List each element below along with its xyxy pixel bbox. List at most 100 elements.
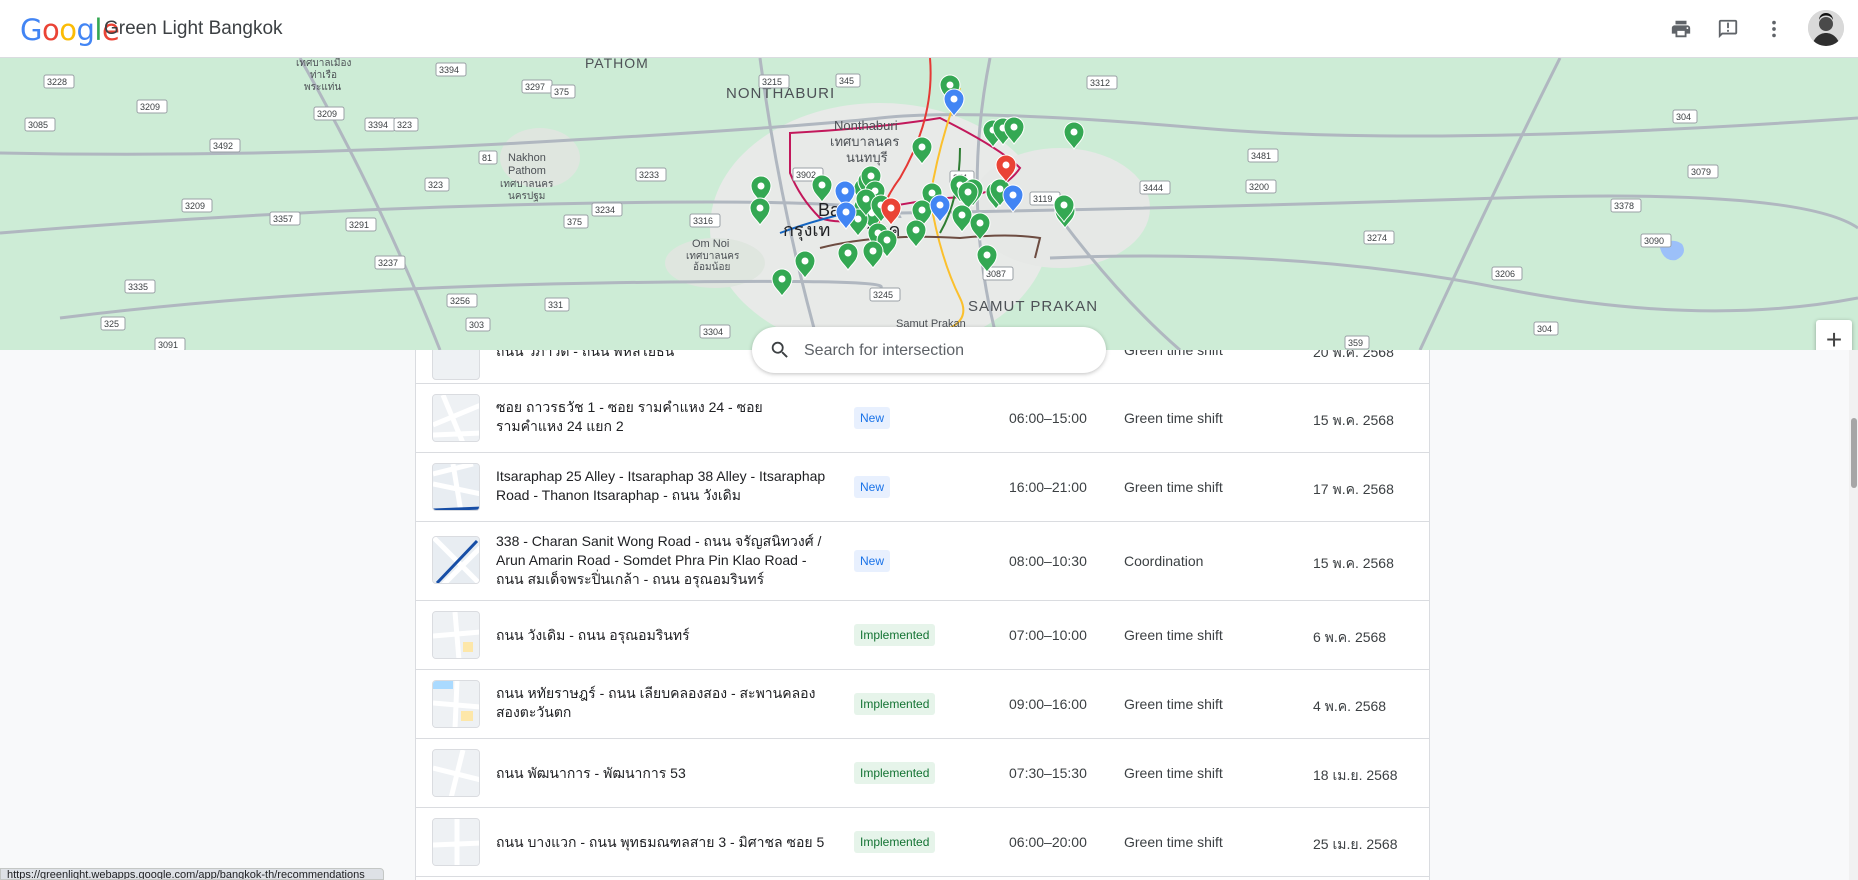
road-number-label: 3085 bbox=[28, 120, 48, 130]
road-number-label: 3206 bbox=[1495, 269, 1515, 279]
status-badge: Implemented bbox=[854, 762, 936, 784]
road-number-label: 3316 bbox=[693, 216, 713, 226]
recommendation-date: 15 พ.ค. 2568 bbox=[1313, 555, 1394, 571]
more-vert-icon[interactable] bbox=[1759, 14, 1789, 44]
intersection-thumbnail bbox=[432, 350, 480, 380]
map-label-pathom-th1: เทศบาลนคร bbox=[500, 179, 554, 190]
table-row[interactable]: ถนน บางแวก - ถนน พุทธมณฑลสาย 3 - มิศาชล … bbox=[416, 808, 1429, 877]
road-number-label: 3200 bbox=[1249, 182, 1269, 192]
road-number-label: 3492 bbox=[213, 141, 233, 151]
status-badge: New bbox=[854, 476, 891, 498]
road-number-label: 3444 bbox=[1143, 183, 1163, 193]
road-number-label: 323 bbox=[428, 180, 443, 190]
time-window: 08:00–10:30 bbox=[1009, 553, 1087, 569]
zoom-in-button[interactable]: + bbox=[1816, 320, 1852, 350]
intersection-name: Itsaraphap 25 Alley - Itsaraphap 38 Alle… bbox=[496, 468, 826, 503]
feedback-icon[interactable] bbox=[1713, 14, 1743, 44]
time-window: 07:30–15:30 bbox=[1009, 765, 1087, 781]
table-row[interactable]: ถนน พัฒนาการ - พัฒนาการ 53 Implemented 0… bbox=[416, 739, 1429, 808]
road-number-label: 3209 bbox=[140, 102, 160, 112]
print-icon[interactable] bbox=[1666, 14, 1696, 44]
intersection-name: ซอย ถาวรธวัช 1 - ซอย รามคำแหง 24 - ซอย ร… bbox=[496, 399, 763, 434]
road-number-label: 3335 bbox=[128, 282, 148, 292]
road-number-label: 3902 bbox=[796, 170, 816, 180]
status-badge: Implemented bbox=[854, 624, 936, 646]
link-status-url: https://greenlight.webapps.google.com/ap… bbox=[0, 868, 384, 880]
road-number-label: 3394 bbox=[368, 120, 388, 130]
road-number-label: 3274 bbox=[1367, 233, 1387, 243]
road-number-label: 3312 bbox=[1090, 78, 1110, 88]
recommendation-type: Green time shift bbox=[1124, 765, 1223, 781]
road-number-label: 345 bbox=[839, 76, 854, 86]
map-label-tl-th2: ท่าเรือ bbox=[310, 69, 337, 81]
recommendation-date: 6 พ.ค. 2568 bbox=[1313, 629, 1387, 645]
road-number-label: 375 bbox=[554, 87, 569, 97]
map-label-nonthaburi-th1: เทศบาลนคร bbox=[830, 134, 899, 149]
table-row[interactable]: 338 - Charan Sanit Wong Road - ถนน จรัญส… bbox=[416, 522, 1429, 601]
road-number-label: 331 bbox=[548, 300, 563, 310]
road-number-label: 325 bbox=[104, 319, 119, 329]
table-row[interactable]: Itsaraphap 25 Alley - Itsaraphap 38 Alle… bbox=[416, 453, 1429, 522]
map-label-tl-th3: พระแท่น bbox=[304, 82, 341, 93]
recommendation-date: 18 เม.ย. 2568 bbox=[1313, 767, 1398, 783]
table-row[interactable]: ถนน หทัยราษฎร์ - ถนน เลียบคลองสอง - สะพา… bbox=[416, 670, 1429, 739]
road-number-label: 3209 bbox=[317, 109, 337, 119]
time-window: 09:00–16:00 bbox=[1009, 696, 1087, 712]
road-number-label: 3234 bbox=[595, 205, 615, 215]
recommendation-date: 20 พ.ค. 2568 bbox=[1313, 350, 1394, 360]
map-label-om-noi-th1: เทศบาลนคร bbox=[686, 251, 740, 262]
road-number-label: 3256 bbox=[450, 296, 470, 306]
table-row[interactable]: ซอย ถาวรธวัช 1 - ซอย รามคำแหง 24 - ซอย ร… bbox=[416, 384, 1429, 453]
intersection-thumbnail bbox=[432, 611, 480, 659]
road-number-label: 3481 bbox=[1251, 151, 1271, 161]
road-number-label: 81 bbox=[482, 153, 492, 163]
map-label-pathom-th2: นครปฐม bbox=[508, 191, 545, 202]
map-label-nonthaburi-th2: นนทบุรี bbox=[846, 150, 888, 166]
road-number-label: 3357 bbox=[273, 214, 293, 224]
road-number-label: 3209 bbox=[185, 201, 205, 211]
recommendation-type: Green time shift bbox=[1124, 696, 1223, 712]
status-badge: Implemented bbox=[854, 693, 936, 715]
map-label-nonthaburi-city: Nonthaburi bbox=[834, 118, 898, 133]
road-number-label: 3090 bbox=[1644, 236, 1664, 246]
road-number-label: 375 bbox=[567, 217, 582, 227]
account-avatar[interactable] bbox=[1808, 10, 1844, 46]
map-canvas[interactable]: PATHOM NONTHABURI Nonthaburi เทศบาลนคร น… bbox=[0, 58, 1858, 350]
road-number-label: 3119 bbox=[1033, 194, 1052, 204]
road-number-label: 304 bbox=[1537, 324, 1552, 334]
road-number-label: 3378 bbox=[1614, 201, 1634, 211]
intersection-name: ถนน หทัยราษฎร์ - ถนน เลียบคลองสอง - สะพา… bbox=[496, 685, 816, 720]
map-label-samut-prakan: SAMUT PRAKAN bbox=[968, 298, 1098, 315]
road-number-label: 304 bbox=[1676, 112, 1691, 122]
time-window: 16:00–21:00 bbox=[1009, 479, 1087, 495]
road-number-label: 3091 bbox=[158, 340, 178, 350]
road-number-label: 3237 bbox=[378, 258, 398, 268]
road-number-label: 3079 bbox=[1691, 167, 1711, 177]
time-window: 07:00–10:00 bbox=[1009, 627, 1087, 643]
time-window: 06:00–15:00 bbox=[1009, 410, 1087, 426]
table-row[interactable]: ถนน วังเดิม - ถนน อรุณอมรินทร์ Implement… bbox=[416, 601, 1429, 670]
road-number-label: 3394 bbox=[439, 65, 459, 75]
status-badge: Implemented bbox=[854, 831, 936, 853]
road-number-label: 3297 bbox=[525, 82, 545, 92]
intersection-thumbnail bbox=[432, 680, 480, 728]
map-view[interactable]: PATHOM NONTHABURI Nonthaburi เทศบาลนคร น… bbox=[0, 58, 1858, 350]
recommendations-table: ถนน วิภาวดี - ถนน พหลโยธิน Green time sh… bbox=[415, 350, 1430, 880]
road-number-label: 323 bbox=[397, 120, 412, 130]
search-input[interactable] bbox=[802, 337, 1096, 365]
map-label-om-noi-th2: อ้อมน้อย bbox=[693, 261, 730, 273]
map-label-tl-th1: เทศบาลเมือง bbox=[296, 58, 351, 69]
road-number-label: 303 bbox=[469, 320, 484, 330]
intersection-name: 338 - Charan Sanit Wong Road - ถนน จรัญส… bbox=[496, 533, 822, 587]
road-number-label: 3228 bbox=[47, 77, 67, 87]
road-number-label: 3215 bbox=[762, 77, 782, 87]
road-number-label: 359 bbox=[1348, 338, 1363, 348]
intersection-name: ถนน พัฒนาการ - พัฒนาการ 53 bbox=[496, 765, 686, 781]
app-title: Green Light Bangkok bbox=[104, 18, 283, 39]
intersection-name: ถนน วังเดิม - ถนน อรุณอมรินทร์ bbox=[496, 627, 690, 643]
intersection-thumbnail bbox=[432, 394, 480, 442]
recommendation-type: Green time shift bbox=[1124, 479, 1223, 495]
road-number-label: 3291 bbox=[349, 220, 369, 230]
recommendation-type: Coordination bbox=[1124, 553, 1204, 569]
page-scrollbar-thumb[interactable] bbox=[1851, 418, 1857, 488]
